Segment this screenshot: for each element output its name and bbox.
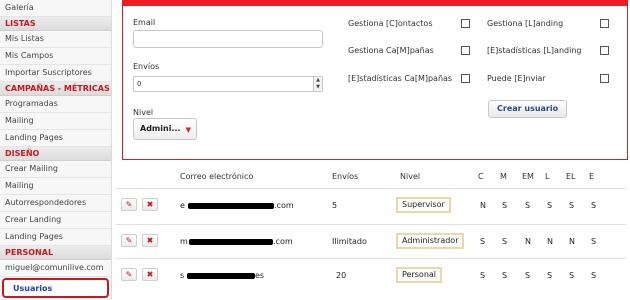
sidebar-item-landing-pages-diseno[interactable]: Landing Pages xyxy=(0,229,111,246)
perm-m: S xyxy=(502,271,508,280)
table-row: ✎ ✖ m .com Ilimitado Administrador S S N… xyxy=(116,224,626,260)
envios-input[interactable]: 0 ▲ ▼ xyxy=(133,76,323,92)
sidebar-item-crear-mailing[interactable]: Crear Mailing xyxy=(0,161,111,178)
create-user-button[interactable]: Crear usuario xyxy=(488,100,568,118)
perm-label-estadisticas-campanas: [E]stadísticas Ca[M]pañas xyxy=(348,74,453,83)
sidebar-item-mis-campos[interactable]: Mis Campos xyxy=(0,48,111,65)
sidebar-item-programadas[interactable]: Programadas xyxy=(0,96,111,113)
perm-c: N xyxy=(480,201,486,210)
table-row: ✎ ✖ s es 20 Personal S S S S S S xyxy=(116,258,626,294)
envios-stepper[interactable]: ▲ ▼ xyxy=(313,77,322,91)
sidebar-item-mailing-metricas[interactable]: Mailing xyxy=(0,113,111,130)
row-email-end: es xyxy=(255,271,265,280)
level-badge: Administrador xyxy=(396,233,465,249)
sidebar-section-personal: PERSONAL xyxy=(0,246,111,260)
perm-checkbox-landing[interactable] xyxy=(600,19,609,28)
col-header-l: L xyxy=(545,172,550,181)
col-header-email: Correo electrónico xyxy=(180,172,254,181)
redaction-bar xyxy=(187,273,255,279)
row-email-start: e xyxy=(180,201,185,210)
create-user-form: Email Envíos 0 ▲ ▼ Nivel Admini... ▼ Gest… xyxy=(122,0,628,160)
sidebar-item-importar-suscriptores[interactable]: Importar Suscriptores xyxy=(0,65,111,82)
envios-value: 0 xyxy=(137,80,142,88)
row-email-start: s xyxy=(180,271,185,280)
sidebar-item-mailing-diseno[interactable]: Mailing xyxy=(0,178,111,195)
redaction-bar xyxy=(188,203,274,209)
close-icon[interactable]: ✖ xyxy=(142,268,158,281)
nivel-select[interactable]: Admini... ▼ xyxy=(133,118,197,140)
pencil-icon[interactable]: ✎ xyxy=(121,268,137,281)
table-row: ✎ ✖ e .com 5 Supervisor N S S S S S xyxy=(116,188,626,224)
row-email-start: m xyxy=(180,237,188,246)
col-header-el: EL xyxy=(566,172,576,181)
col-header-nivel: Nivel xyxy=(400,172,421,181)
level-badge: Personal xyxy=(396,267,443,283)
pencil-icon[interactable]: ✎ xyxy=(121,234,137,247)
perm-l: S xyxy=(547,201,553,210)
perm-c: S xyxy=(480,237,486,246)
redaction-bar xyxy=(189,239,273,245)
perm-m: S xyxy=(502,201,508,210)
col-header-em: EM xyxy=(522,172,534,181)
col-header-m: M xyxy=(500,172,507,181)
sidebar-item-mis-listas[interactable]: Mis Listas xyxy=(0,31,111,48)
sidebar-section-listas: LISTAS xyxy=(0,17,111,31)
sidebar-item-galeria[interactable]: Galería xyxy=(0,0,111,17)
perm-em: N xyxy=(525,237,531,246)
perm-c: S xyxy=(480,271,486,280)
sidebar-item-landing-pages-metricas[interactable]: Landing Pages xyxy=(0,130,111,147)
perm-checkbox-campanas[interactable] xyxy=(461,46,470,55)
pencil-icon[interactable]: ✎ xyxy=(121,198,137,211)
perm-label-estadisticas-landing: [E]stadísticas [L]anding xyxy=(487,46,582,55)
sidebar-item-user-email[interactable]: miguel@comunilive.com xyxy=(0,260,111,277)
perm-checkbox-estadisticas-campanas[interactable] xyxy=(461,74,470,83)
perm-el: S xyxy=(569,201,575,210)
perm-m: S xyxy=(502,237,508,246)
sidebar-section-diseno: DISEÑO xyxy=(0,147,111,161)
perm-el: N xyxy=(569,237,575,246)
sidebar: Galería LISTAS Mis Listas Mis Campos Imp… xyxy=(0,0,112,300)
perm-e: S xyxy=(591,237,597,246)
perm-e: S xyxy=(591,201,597,210)
perm-label-contactos: Gestiona [C]ontactos xyxy=(348,19,433,28)
perm-e: S xyxy=(591,271,597,280)
col-header-c: C xyxy=(478,172,484,181)
nivel-label: Nivel xyxy=(133,108,154,117)
perm-label-landing: Gestiona [L]anding xyxy=(487,19,564,28)
email-label: Email xyxy=(133,18,156,27)
caret-down-icon: ▼ xyxy=(185,126,191,134)
perm-l: N xyxy=(547,237,553,246)
perm-el: S xyxy=(569,271,575,280)
perm-label-campanas: Gestiona Ca[M]pañas xyxy=(348,46,434,55)
close-icon[interactable]: ✖ xyxy=(142,234,158,247)
perm-em: S xyxy=(525,271,531,280)
sidebar-section-campanas: CAMPAÑAS - MÉTRICAS xyxy=(0,82,111,96)
sidebar-item-crear-landing[interactable]: Crear Landing xyxy=(0,212,111,229)
level-badge: Supervisor xyxy=(396,197,451,213)
envios-label: Envíos xyxy=(133,62,160,71)
close-icon[interactable]: ✖ xyxy=(142,198,158,211)
perm-checkbox-contactos[interactable] xyxy=(461,19,470,28)
row-email-end: .com xyxy=(274,201,294,210)
col-header-envios: Envíos xyxy=(332,172,359,181)
perm-em: S xyxy=(525,201,531,210)
perm-label-enviar: Puede [E]nviar xyxy=(487,74,546,83)
sidebar-item-usuarios[interactable]: Usuarios xyxy=(2,278,109,298)
col-header-e: E xyxy=(589,172,595,181)
row-envios: Ilimitado xyxy=(332,237,367,246)
sidebar-item-autorrespondedores[interactable]: Autorrespondedores xyxy=(0,195,111,212)
row-envios: 5 xyxy=(332,201,338,210)
perm-checkbox-estadisticas-landing[interactable] xyxy=(600,46,609,55)
email-field[interactable] xyxy=(133,30,323,48)
nivel-selected-value: Admini... xyxy=(140,124,181,133)
row-email-end: .com xyxy=(273,237,293,246)
row-envios: 20 xyxy=(336,271,347,280)
perm-l: S xyxy=(547,271,553,280)
main-content: Email Envíos 0 ▲ ▼ Nivel Admini... ▼ Gest… xyxy=(112,0,630,300)
perm-checkbox-enviar[interactable] xyxy=(600,74,609,83)
